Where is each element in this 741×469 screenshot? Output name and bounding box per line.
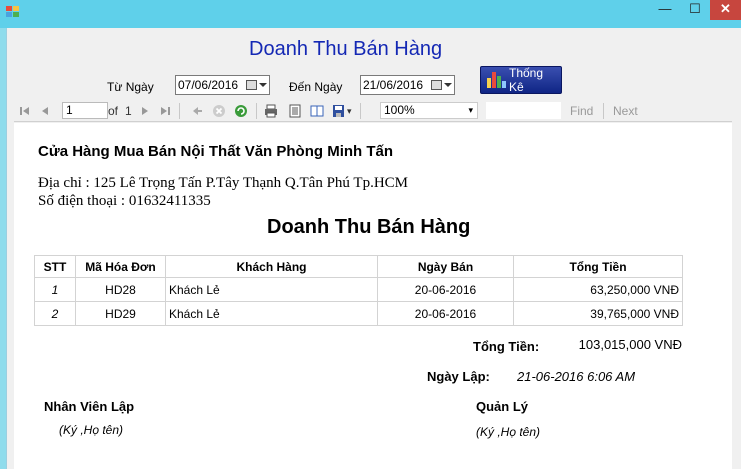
table-header-row: STT Mã Hóa Đơn Khách Hàng Ngày Bán Tổng … [34, 255, 683, 278]
close-button[interactable]: ✕ [710, 0, 741, 20]
export-dropdown-arrow-icon[interactable]: ▾ [347, 103, 352, 119]
minimize-button[interactable]: — [650, 0, 680, 20]
report-page: Cửa Hàng Mua Bán Nội Thất Văn Phòng Minh… [14, 123, 732, 469]
shop-address: Địa chỉ : 125 Lê Trọng Tấn P.Tây Thạnh Q… [38, 175, 408, 191]
col-header-sale-date: Ngày Bán [377, 255, 514, 278]
statistics-button-label: Thống Kê [508, 66, 544, 94]
col-header-stt: STT [34, 255, 76, 278]
cell-stt: 2 [34, 301, 76, 326]
table-row: 2 HD29 Khách Lẻ 20-06-2016 39,765,000 VN… [34, 301, 683, 326]
maximize-button[interactable]: ☐ [680, 0, 710, 20]
manager-signature-title: Quản Lý [476, 399, 529, 414]
report-viewer-toolbar: 1 of 1 ▾ 100% ▾ Find Next [14, 100, 732, 122]
refresh-icon[interactable] [234, 104, 248, 118]
col-header-customer: Khách Hàng [165, 255, 378, 278]
page-of-label: of [108, 104, 119, 118]
next-page-icon[interactable] [138, 104, 152, 118]
shop-name: Cửa Hàng Mua Bán Nội Thất Văn Phòng Minh… [38, 143, 394, 160]
calendar-dropdown-icon[interactable] [244, 77, 268, 93]
cell-invoice-id: HD28 [75, 277, 166, 302]
find-input[interactable] [486, 102, 561, 119]
creator-signature-note: (Ký ,Họ tên) [59, 423, 124, 437]
first-page-icon[interactable] [18, 104, 32, 118]
grand-total-value: 103,015,000 VNĐ [578, 337, 682, 352]
from-date-label: Từ Ngày [107, 80, 154, 94]
calendar-dropdown-icon[interactable] [429, 77, 453, 93]
stop-icon[interactable] [212, 104, 226, 118]
to-date-value: 21/06/2016 [363, 78, 424, 92]
page-setup-icon[interactable] [310, 104, 324, 118]
from-date-value: 07/06/2016 [178, 78, 239, 92]
form-title: Doanh Thu Bán Hàng [249, 38, 443, 60]
from-date-picker[interactable]: 07/06/2016 [175, 75, 270, 95]
back-icon[interactable] [190, 104, 204, 118]
cell-sale-date: 20-06-2016 [377, 277, 514, 302]
title-bar: — ☐ ✕ [0, 0, 741, 28]
created-date-label: Ngày Lập: [427, 369, 490, 384]
print-layout-icon[interactable] [288, 104, 302, 118]
grand-total-label: Tổng Tiền: [473, 339, 540, 354]
table-row: 1 HD28 Khách Lẻ 20-06-2016 63,250,000 VN… [34, 277, 683, 302]
zoom-value: 100% [384, 103, 415, 117]
manager-signature-note: (Ký ,Họ tên) [476, 425, 541, 439]
export-icon[interactable] [332, 104, 346, 118]
find-link[interactable]: Find [570, 103, 593, 119]
cell-sale-date: 20-06-2016 [377, 301, 514, 326]
shop-phone: Số điện thoại : 01632411335 [38, 193, 211, 209]
col-header-total: Tổng Tiền [513, 255, 683, 278]
cell-customer: Khách Lẻ [165, 277, 378, 302]
page-total-label: 1 [125, 104, 132, 118]
print-icon[interactable] [264, 104, 278, 118]
cell-invoice-id: HD29 [75, 301, 166, 326]
cell-customer: Khách Lẻ [165, 301, 378, 326]
revenue-table: STT Mã Hóa Đơn Khách Hàng Ngày Bán Tổng … [34, 255, 683, 326]
cell-total: 63,250,000 VNĐ [513, 277, 683, 302]
last-page-icon[interactable] [158, 104, 172, 118]
app-icon [6, 6, 19, 17]
zoom-select[interactable]: 100% ▾ [380, 102, 478, 119]
previous-page-icon[interactable] [38, 104, 52, 118]
page-number-input[interactable]: 1 [62, 102, 108, 119]
cell-total: 39,765,000 VNĐ [513, 301, 683, 326]
statistics-button[interactable]: Thống Kê [480, 66, 562, 94]
report-title: Doanh Thu Bán Hàng [267, 216, 471, 238]
to-date-picker[interactable]: 21/06/2016 [360, 75, 455, 95]
zoom-dropdown-arrow-icon[interactable]: ▾ [468, 103, 473, 118]
col-header-invoice-id: Mã Hóa Đơn [75, 255, 166, 278]
created-date-value: 21-06-2016 6:06 AM [517, 369, 636, 384]
to-date-label: Đến Ngày [289, 80, 343, 94]
creator-signature-title: Nhân Viên Lập [44, 399, 135, 414]
bar-chart-icon [487, 72, 506, 88]
cell-stt: 1 [34, 277, 76, 302]
next-link[interactable]: Next [613, 103, 638, 119]
